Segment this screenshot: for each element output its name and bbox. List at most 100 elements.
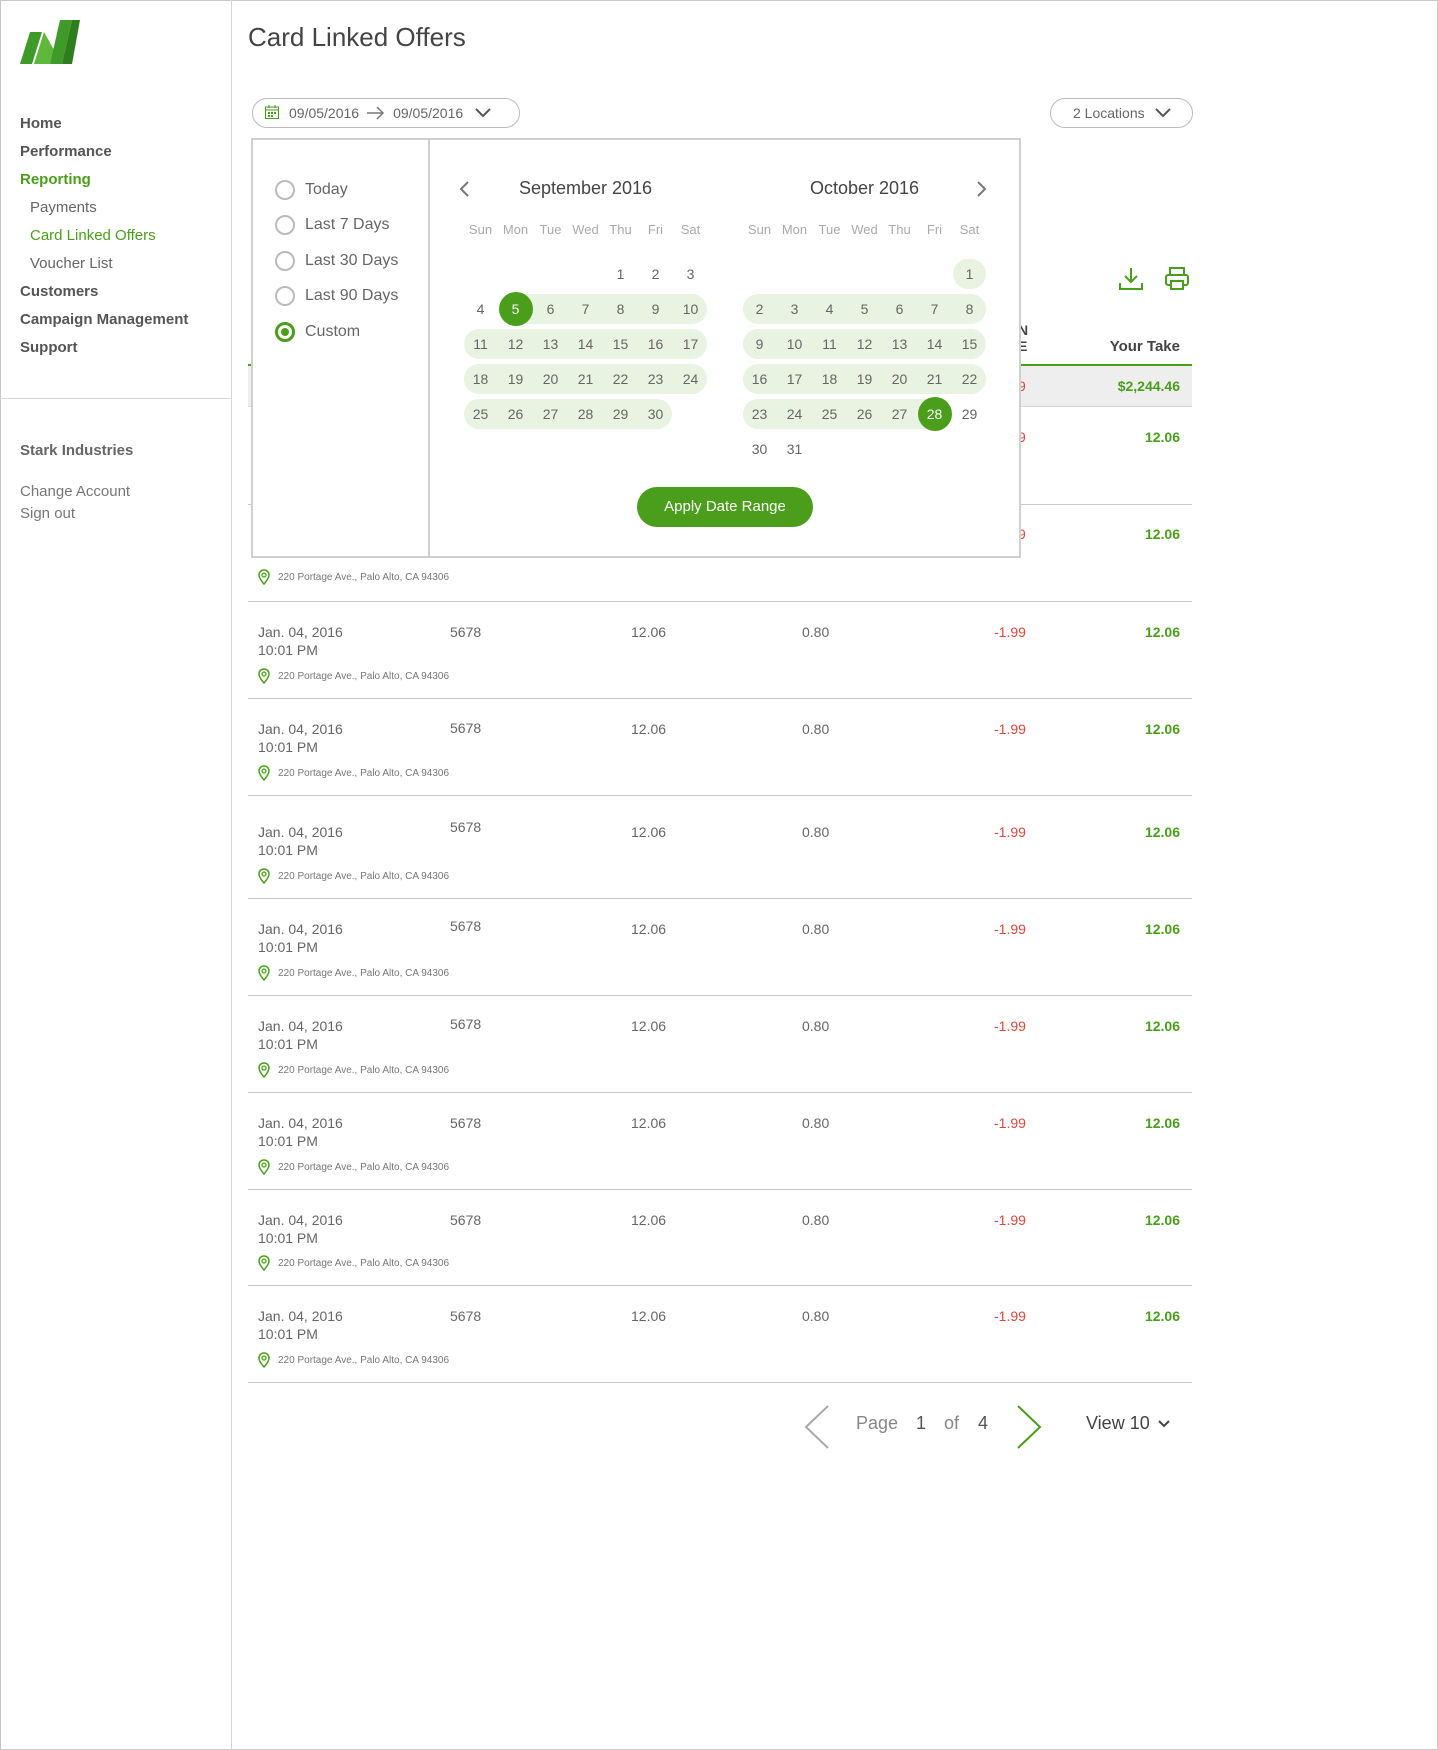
calendar-day[interactable]: 22 [603,363,638,395]
print-icon[interactable] [1164,266,1190,297]
calendar-day[interactable]: 3 [777,293,812,325]
calendar-day[interactable]: 9 [742,328,777,360]
calendar-day[interactable]: 16 [638,328,673,360]
calendar-day[interactable]: 26 [847,398,882,430]
calendar-day[interactable]: 27 [533,398,568,430]
calendar-day[interactable]: 9 [638,293,673,325]
calendar-day[interactable]: 29 [603,398,638,430]
calendar-day[interactable]: 8 [952,293,987,325]
table-row[interactable]: Jan. 04, 2016 10:01 PM 5678 12.06 0.80 -1.99 1… [248,996,1192,1093]
table-row[interactable]: Jan. 04, 2016 10:01 PM 5678 12.06 0.80 -1.99 1… [248,1093,1192,1190]
preset-last-30-days[interactable]: Last 30 Days [275,251,398,271]
sidebar-item-voucher-list[interactable]: Voucher List [20,250,188,278]
sidebar-item-customers[interactable]: Customers [20,278,188,306]
calendar-day[interactable]: 30 [638,398,673,430]
calendar-day[interactable]: 11 [463,328,498,360]
calendar-day[interactable]: 1 [952,258,987,290]
calendar-day[interactable]: 26 [498,398,533,430]
calendar-day[interactable]: 20 [533,363,568,395]
calendar-day[interactable]: 21 [568,363,603,395]
date-range-selector[interactable]: 09/05/2016 09/05/2016 [252,98,520,128]
calendar-day[interactable]: 20 [882,363,917,395]
locations-dropdown[interactable]: 2 Locations [1050,98,1193,128]
sidebar-item-home[interactable]: Home [20,110,188,138]
calendar-day[interactable]: 14 [917,328,952,360]
calendar-day[interactable]: 5 [847,293,882,325]
radio-button[interactable] [275,286,295,306]
preset-last-90-days[interactable]: Last 90 Days [275,286,398,306]
calendar-day[interactable]: 15 [603,328,638,360]
table-row[interactable]: Jan. 04, 2016 10:01 PM 5678 12.06 0.80 -1.99 1… [248,796,1192,899]
sidebar-item-support[interactable]: Support [20,334,188,362]
apply-date-range-button[interactable]: Apply Date Range [637,487,813,527]
sidebar-item-performance[interactable]: Performance [20,138,188,166]
calendar-day[interactable]: 24 [777,398,812,430]
calendar-day[interactable]: 30 [742,433,777,465]
calendar-day[interactable]: 11 [812,328,847,360]
sign-out-link[interactable]: Sign out [20,503,133,525]
chevron-right-icon[interactable] [975,180,987,203]
sidebar-item-reporting[interactable]: Reporting [20,166,188,194]
calendar-day[interactable]: 4 [812,293,847,325]
calendar-day[interactable]: 15 [952,328,987,360]
chevron-left-icon[interactable] [802,1404,832,1455]
table-row[interactable]: Jan. 04, 2016 10:01 PM 5678 12.06 0.80 -1.99 1… [248,899,1192,996]
calendar-day[interactable]: 21 [917,363,952,395]
table-row[interactable]: Jan. 04, 2016 10:01 PM 5678 12.06 0.80 -1.99 1… [248,1190,1192,1286]
sidebar-item-campaign-management[interactable]: Campaign Management [20,306,188,334]
calendar-day[interactable]: 25 [463,398,498,430]
calendar-day[interactable]: 23 [742,398,777,430]
sidebar-item-payments[interactable]: Payments [20,194,188,222]
calendar-day[interactable]: 14 [568,328,603,360]
calendar-day[interactable]: 28 [568,398,603,430]
calendar-day[interactable]: 19 [498,363,533,395]
calendar-day[interactable]: 13 [533,328,568,360]
calendar-day[interactable]: 27 [882,398,917,430]
calendar-day[interactable]: 2 [742,293,777,325]
calendar-day[interactable]: 12 [847,328,882,360]
calendar-day[interactable]: 17 [777,363,812,395]
calendar-day[interactable]: 3 [673,258,708,290]
calendar-day[interactable]: 29 [952,398,987,430]
change-account-link[interactable]: Change Account [20,481,133,503]
calendar-day[interactable]: 25 [812,398,847,430]
radio-button[interactable] [275,215,295,235]
calendar-day[interactable]: 23 [638,363,673,395]
radio-button[interactable] [275,180,295,200]
calendar-day[interactable]: 18 [812,363,847,395]
radio-button[interactable] [275,251,295,271]
calendar-day[interactable]: 17 [673,328,708,360]
calendar-day[interactable]: 28 [917,398,952,430]
view-per-page-dropdown[interactable]: View 10 [1086,1413,1170,1434]
chevron-right-icon[interactable] [1014,1404,1044,1455]
calendar-day[interactable]: 1 [603,258,638,290]
calendar-day[interactable]: 22 [952,363,987,395]
calendar-day[interactable]: 8 [603,293,638,325]
chevron-left-icon[interactable] [459,180,471,203]
calendar-day[interactable]: 12 [498,328,533,360]
preset-last-7-days[interactable]: Last 7 Days [275,215,389,235]
calendar-day[interactable]: 7 [917,293,952,325]
calendar-day[interactable]: 7 [568,293,603,325]
calendar-day[interactable]: 10 [777,328,812,360]
calendar-day[interactable]: 5 [498,293,533,325]
calendar-day[interactable]: 6 [882,293,917,325]
logo-icon[interactable] [20,20,80,69]
table-row[interactable]: Jan. 04, 2016 10:01 PM 5678 12.06 0.80 -1.99 1… [248,602,1192,699]
preset-custom[interactable]: Custom [275,322,360,342]
calendar-day[interactable]: 6 [533,293,568,325]
calendar-day[interactable]: 10 [673,293,708,325]
calendar-day[interactable]: 19 [847,363,882,395]
sidebar-item-card-linked-offers[interactable]: Card Linked Offers [20,222,188,250]
calendar-day[interactable]: 13 [882,328,917,360]
table-row[interactable]: Jan. 04, 2016 10:01 PM 5678 12.06 0.80 -1.99 1… [248,699,1192,796]
calendar-day[interactable]: 16 [742,363,777,395]
table-row[interactable]: Jan. 04, 2016 10:01 PM 5678 12.06 0.80 -1.99 1… [248,1286,1192,1383]
calendar-day[interactable]: 2 [638,258,673,290]
radio-button[interactable] [275,322,295,342]
calendar-day[interactable]: 4 [463,293,498,325]
preset-today[interactable]: Today [275,180,348,200]
calendar-day[interactable]: 24 [673,363,708,395]
calendar-day[interactable]: 31 [777,433,812,465]
download-icon[interactable] [1118,266,1144,297]
